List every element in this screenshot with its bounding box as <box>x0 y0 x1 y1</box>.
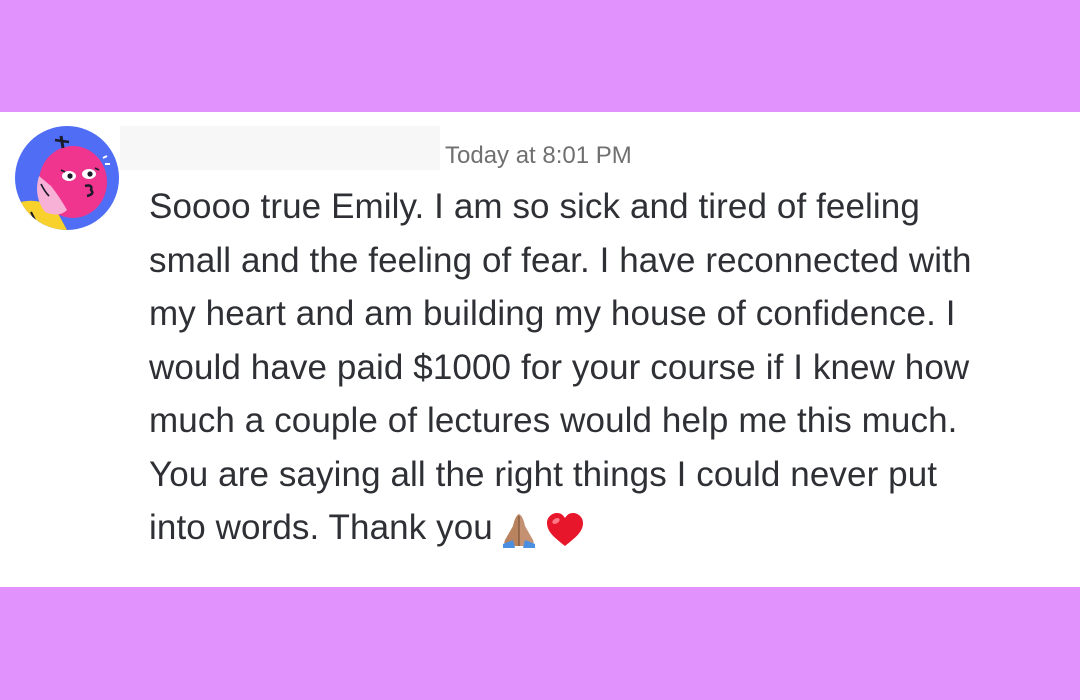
message-line: Soooo true Emily. I am so sick and tired… <box>149 187 920 226</box>
message-last-line: into words. Thank you <box>149 501 1064 555</box>
message-card: Today at 8:01 PM Soooo true Emily. I am … <box>0 112 1080 587</box>
message-line: into words. Thank you <box>149 508 493 547</box>
author-name-redacted[interactable] <box>120 126 440 170</box>
avatar-illustration <box>15 126 119 230</box>
message-line: much a couple of lectures would help me … <box>149 401 958 440</box>
folded-hands-icon <box>499 510 539 550</box>
message-timestamp: Today at 8:01 PM <box>445 142 632 169</box>
message-content: Soooo true Emily. I am so sick and tired… <box>149 180 1064 555</box>
red-heart-icon <box>545 510 585 550</box>
message-line: small and the feeling of fear. I have re… <box>149 240 972 280</box>
message-line: would have paid $1000 for your course if… <box>149 347 970 387</box>
message-line: my heart and am building my house of con… <box>149 294 956 333</box>
user-avatar[interactable] <box>15 126 119 230</box>
message-line: You are saying all the right things I co… <box>149 454 938 494</box>
